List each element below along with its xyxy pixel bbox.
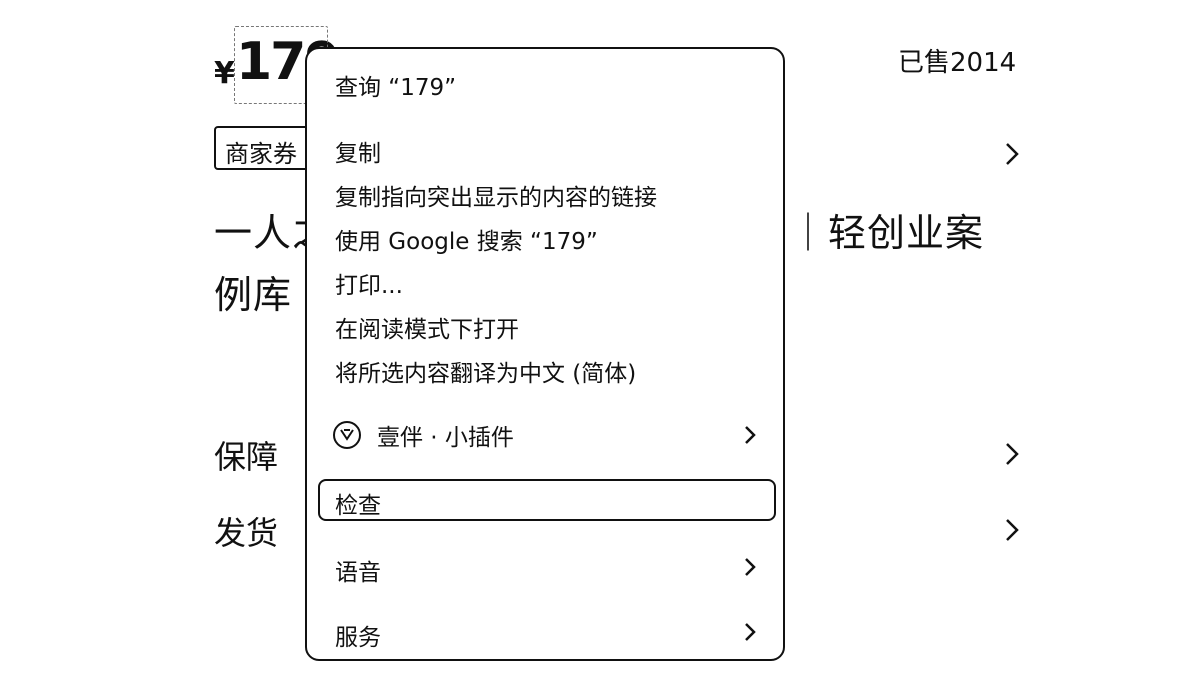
coupon-chevron-right-icon[interactable] [996,139,1026,169]
menu-item-search-google[interactable]: 使用 Google 搜索 “179” [335,222,598,256]
context-menu: 查询 “179” 复制 复制指向突出显示的内容的链接 使用 Google 搜索 … [305,47,785,661]
menu-item-reader-mode[interactable]: 在阅读模式下打开 [335,310,519,344]
shipping-label[interactable]: 发货 [214,508,278,554]
menu-item-translate[interactable]: 将所选内容翻译为中文 (简体) [335,354,636,388]
menu-item-plugin-label: 壹伴 · 小插件 [377,425,514,451]
menu-item-inspect[interactable]: 检查 [335,486,381,520]
menu-item-plugin[interactable]: 壹伴 · 小插件 [333,419,514,451]
menu-item-lookup[interactable]: 查询 “179” [335,68,456,102]
product-title-line2: 例库 [214,273,293,317]
product-title-line1-right: ｜轻创业案 [789,211,985,255]
product-page: ¥ 179 已售2014 商家券 一人之 ｜轻创业案 例库 保障 发货 查询 “… [0,0,1196,674]
plugin-chevron-right-icon [745,426,756,444]
speech-chevron-right-icon [745,558,756,576]
guarantee-label[interactable]: 保障 [214,432,278,478]
guarantee-chevron-right-icon[interactable] [996,439,1026,469]
currency-symbol: ¥ [214,56,235,91]
shipping-chevron-right-icon[interactable] [996,515,1026,545]
menu-item-copy-link[interactable]: 复制指向突出显示的内容的链接 [335,178,657,212]
coupon-badge[interactable]: 商家券 [214,126,314,170]
menu-item-inspect-highlight [318,479,776,521]
menu-item-speech[interactable]: 语音 [335,553,381,587]
services-chevron-right-icon [745,623,756,641]
menu-item-copy[interactable]: 复制 [335,134,381,168]
menu-item-print[interactable]: 打印... [335,266,403,300]
sold-count: 已售2014 [898,48,1017,78]
menu-item-services[interactable]: 服务 [335,618,381,652]
yiban-logo-icon [333,421,361,449]
